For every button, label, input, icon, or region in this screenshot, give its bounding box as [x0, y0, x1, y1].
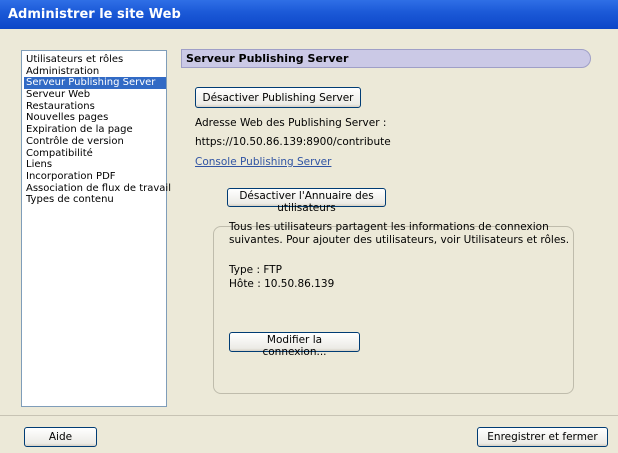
sidebar-item-version-control[interactable]: Contrôle de version: [24, 136, 166, 148]
modify-connection-button[interactable]: Modifier la connexion...: [229, 332, 360, 358]
sidebar-item-content-types[interactable]: Types de contenu: [24, 194, 166, 206]
connection-host: Hôte : 10.50.86.139: [229, 278, 335, 290]
user-directory-group: [213, 226, 574, 394]
info-text-line2: suivantes. Pour ajouter des utilisateurs…: [229, 234, 570, 246]
dialog-body: Utilisateurs et rôles Administration Ser…: [0, 29, 618, 453]
help-button[interactable]: Aide: [24, 427, 97, 447]
footer-divider: [0, 415, 618, 416]
window-title: Administrer le site Web: [0, 0, 618, 29]
sidebar-item-pdf-embedding[interactable]: Incorporation PDF: [24, 171, 166, 183]
info-text-line1: Tous les utilisateurs partagent les info…: [229, 221, 549, 233]
save-and-close-button[interactable]: Enregistrer et fermer: [477, 427, 608, 447]
section-header: Serveur Publishing Server: [181, 49, 591, 68]
sidebar-item-links[interactable]: Liens: [24, 159, 166, 171]
disable-publishing-server-button[interactable]: Désactiver Publishing Server: [195, 87, 361, 108]
server-address-label: Adresse Web des Publishing Server :: [195, 117, 387, 129]
sidebar-item-workflow[interactable]: Association de flux de travail: [24, 183, 171, 195]
sidebar-item-administration[interactable]: Administration: [24, 66, 166, 78]
sidebar-item-compatibility[interactable]: Compatibilité: [24, 148, 166, 160]
server-address-value: https://10.50.86.139:8900/contribute: [195, 136, 391, 148]
sidebar-item-web-server[interactable]: Serveur Web: [24, 89, 166, 101]
category-list[interactable]: Utilisateurs et rôles Administration Ser…: [21, 50, 171, 407]
publishing-console-link[interactable]: Console Publishing Server: [195, 156, 331, 168]
disable-user-directory-button[interactable]: Désactiver l'Annuaire des utilisateurs: [227, 188, 386, 214]
sidebar-item-users-roles[interactable]: Utilisateurs et rôles: [24, 54, 166, 66]
sidebar-item-page-expiration[interactable]: Expiration de la page: [24, 124, 166, 136]
sidebar-item-new-pages[interactable]: Nouvelles pages: [24, 112, 166, 124]
sidebar-item-rollbacks[interactable]: Restaurations: [24, 101, 166, 113]
sidebar-item-publishing-server[interactable]: Serveur Publishing Server: [24, 77, 166, 90]
connection-type: Type : FTP: [229, 264, 282, 276]
